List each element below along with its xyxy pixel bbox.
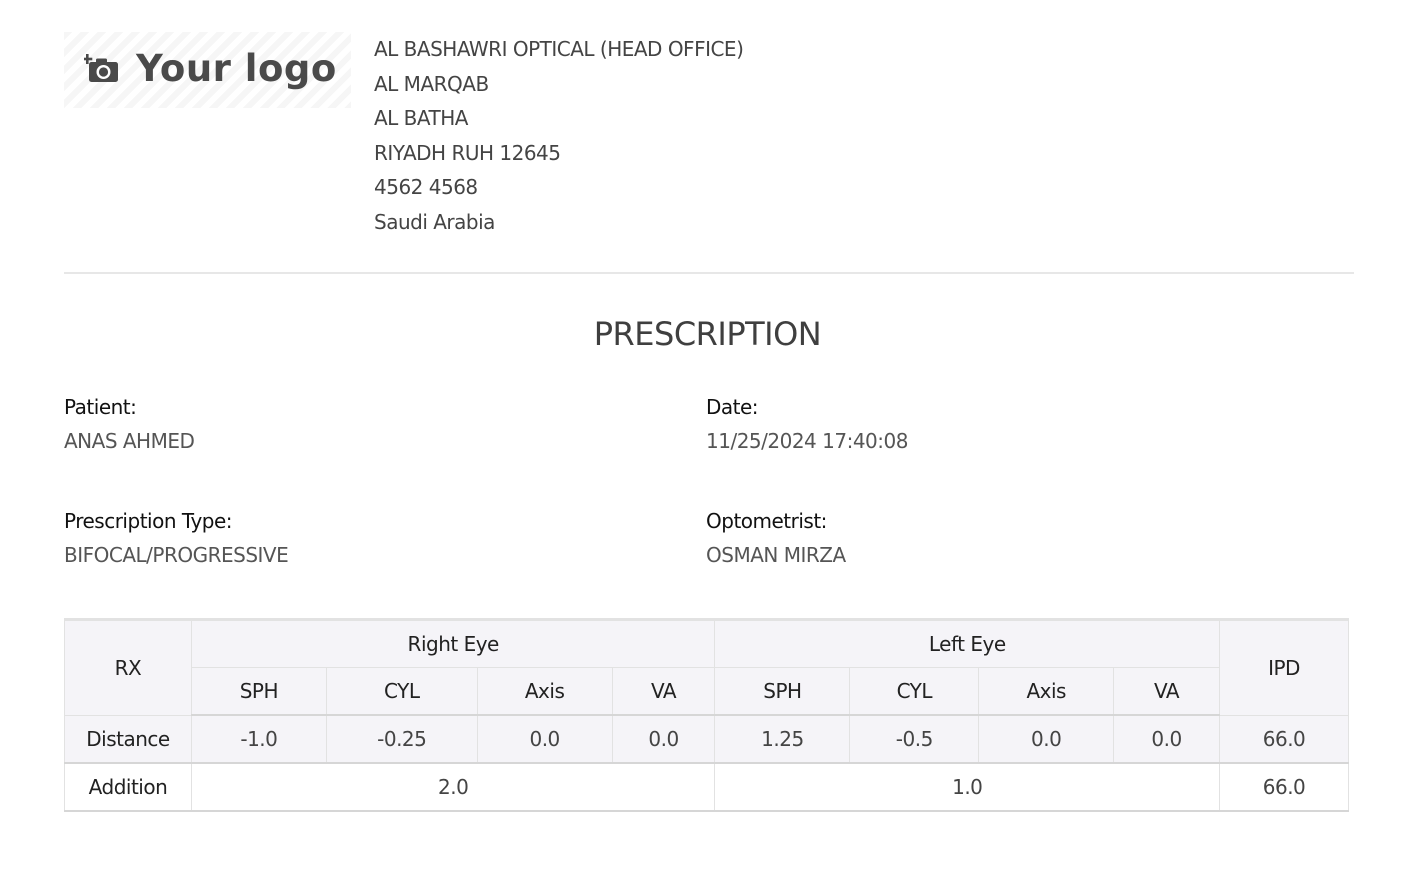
prescription-type-field: Prescription Type: BIFOCAL/PROGRESSIVE <box>64 504 289 572</box>
table-subheader-row: SPH CYL Axis VA SPH CYL Axis VA <box>65 667 1349 716</box>
address-line: 4562 4568 <box>374 175 478 199</box>
distance-left-sph: 1.25 <box>714 714 851 764</box>
address-line: AL BATHA <box>374 106 468 130</box>
table-row-distance: Distance -1.0 -0.25 0.0 0.0 1.25 -0.5 0.… <box>64 714 1349 764</box>
distance-left-va: 0.0 <box>1113 714 1221 764</box>
distance-ipd: 66.0 <box>1219 714 1349 764</box>
camera-add-icon <box>84 54 118 82</box>
left-cyl-header: CYL <box>849 667 980 716</box>
prescription-type-value: BIFOCAL/PROGRESSIVE <box>64 543 289 567</box>
addition-ipd: 66.0 <box>1219 762 1349 812</box>
distance-left-cyl: -0.5 <box>849 714 980 764</box>
distance-right-axis: 0.0 <box>476 714 613 764</box>
address-line: AL BASHAWRI OPTICAL (HEAD OFFICE) <box>374 37 744 61</box>
optometrist-label: Optometrist: <box>706 509 827 533</box>
table-header-row: RX Right Eye Left Eye IPD <box>64 618 1349 716</box>
optometrist-field: Optometrist: OSMAN MIRZA <box>706 504 846 572</box>
left-axis-header: Axis <box>978 667 1115 716</box>
right-cyl-header: CYL <box>325 667 478 716</box>
patient-value: ANAS AHMED <box>64 429 195 453</box>
patient-field: Patient: ANAS AHMED <box>64 390 195 458</box>
prescription-table: RX Right Eye Left Eye IPD SPH CYL Axis V… <box>64 618 1349 812</box>
distance-right-sph: -1.0 <box>190 714 327 764</box>
address-line: AL MARQAB <box>374 71 489 96</box>
right-eye-header: Right Eye <box>190 618 716 668</box>
table-row-addition: Addition 2.0 1.0 66.0 <box>64 762 1349 812</box>
right-sph-header: SPH <box>190 667 327 716</box>
addition-left: 1.0 <box>714 762 1221 812</box>
address-line: RIYADH RUH 12645 <box>374 140 561 165</box>
optometrist-value: OSMAN MIRZA <box>706 543 846 567</box>
distance-left-axis: 0.0 <box>978 714 1115 764</box>
distance-label: Distance <box>64 714 192 764</box>
patient-label: Patient: <box>64 395 137 419</box>
left-sph-header: SPH <box>714 667 851 716</box>
header-divider <box>64 272 1354 274</box>
company-logo: Your logo <box>64 32 351 108</box>
prescription-type-label: Prescription Type: <box>64 509 233 533</box>
ipd-header: IPD <box>1219 618 1349 716</box>
right-axis-header: Axis <box>476 667 613 716</box>
addition-right: 2.0 <box>190 762 716 812</box>
date-field: Date: 11/25/2024 17:40:08 <box>706 390 908 458</box>
right-va-header: VA <box>611 667 716 716</box>
date-label: Date: <box>706 395 759 419</box>
address-line: Saudi Arabia <box>374 209 495 234</box>
left-eye-header: Left Eye <box>714 618 1221 668</box>
left-va-header: VA <box>1113 667 1221 716</box>
company-address: AL BASHAWRI OPTICAL (HEAD OFFICE) AL MAR… <box>374 32 744 239</box>
addition-label: Addition <box>64 762 192 812</box>
logo-text: Your logo <box>136 47 337 90</box>
date-value: 11/25/2024 17:40:08 <box>706 429 908 453</box>
page-title: PRESCRIPTION <box>593 315 822 353</box>
distance-right-va: 0.0 <box>611 714 716 764</box>
distance-right-cyl: -0.25 <box>325 714 478 764</box>
rx-header: RX <box>64 618 192 716</box>
